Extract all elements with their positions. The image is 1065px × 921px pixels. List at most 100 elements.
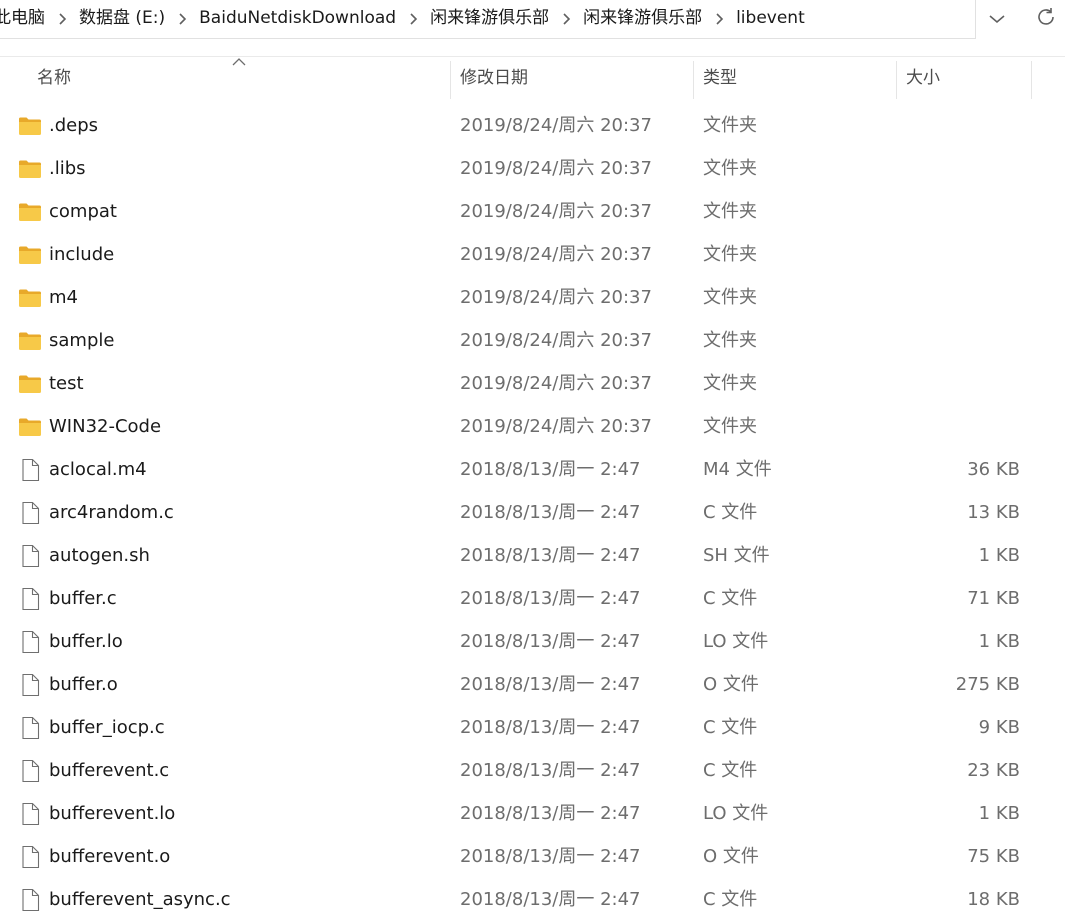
file-type: 文件夹	[703, 330, 757, 351]
refresh-icon	[1035, 6, 1057, 32]
file-name: bufferevent.o	[49, 846, 171, 867]
file-icon	[18, 759, 42, 783]
file-modified-date: 2019/8/24/周六 20:37	[460, 330, 652, 351]
file-name: arc4random.c	[49, 502, 174, 523]
file-name: include	[49, 244, 115, 265]
file-type: 文件夹	[703, 158, 757, 179]
breadcrumb-items: 此电脑 数据盘 (E:) BaiduNetdiskDownload 闲来锋游俱乐…	[0, 0, 809, 38]
file-size: 13 KB	[967, 502, 1020, 523]
file-row[interactable]: sample 2019/8/24/周六 20:37 文件夹	[0, 319, 1065, 362]
file-name: test	[49, 373, 84, 394]
file-size: 9 KB	[978, 717, 1020, 738]
file-icon	[18, 501, 42, 525]
file-icon	[18, 458, 42, 482]
file-type: LO 文件	[703, 631, 769, 652]
column-divider[interactable]	[693, 61, 694, 99]
chevron-right-icon[interactable]	[400, 0, 426, 38]
chevron-right-icon[interactable]	[49, 0, 75, 38]
file-row[interactable]: buffer.o 2018/8/13/周一 2:47 O 文件 275 KB	[0, 663, 1065, 706]
file-size: 75 KB	[967, 846, 1020, 867]
breadcrumb-item-this-pc[interactable]: 此电脑	[0, 0, 49, 38]
file-row[interactable]: autogen.sh 2018/8/13/周一 2:47 SH 文件 1 KB	[0, 534, 1065, 577]
file-type: 文件夹	[703, 244, 757, 265]
file-modified-date: 2018/8/13/周一 2:47	[460, 846, 641, 867]
file-modified-date: 2019/8/24/周六 20:37	[460, 201, 652, 222]
file-type: 文件夹	[703, 373, 757, 394]
file-modified-date: 2019/8/24/周六 20:37	[460, 158, 652, 179]
column-size[interactable]: 大小	[906, 57, 1026, 99]
column-divider[interactable]	[450, 61, 451, 99]
breadcrumb-item-baidunetdiskdownload[interactable]: BaiduNetdiskDownload	[195, 0, 400, 38]
file-modified-date: 2018/8/13/周一 2:47	[460, 588, 641, 609]
address-bar: 此电脑 数据盘 (E:) BaiduNetdiskDownload 闲来锋游俱乐…	[0, 0, 1065, 42]
file-size: 1 KB	[978, 803, 1020, 824]
file-modified-date: 2018/8/13/周一 2:47	[460, 760, 641, 781]
file-name: buffer.lo	[49, 631, 123, 652]
file-row[interactable]: .deps 2019/8/24/周六 20:37 文件夹	[0, 104, 1065, 147]
file-type: O 文件	[703, 674, 759, 695]
file-modified-date: 2018/8/13/周一 2:47	[460, 889, 641, 910]
file-name: autogen.sh	[49, 545, 150, 566]
file-name: bufferevent_async.c	[49, 889, 231, 910]
file-row[interactable]: bufferevent_async.c 2018/8/13/周一 2:47 C 文件…	[0, 878, 1065, 921]
file-size: 36 KB	[967, 459, 1020, 480]
file-row[interactable]: WIN32-Code 2019/8/24/周六 20:37 文件夹	[0, 405, 1065, 448]
file-row[interactable]: compat 2019/8/24/周六 20:37 文件夹	[0, 190, 1065, 233]
breadcrumb-item-drive[interactable]: 数据盘 (E:)	[75, 0, 169, 38]
folder-icon	[18, 372, 42, 396]
file-name: m4	[49, 287, 78, 308]
column-name[interactable]: 名称	[37, 57, 447, 99]
breadcrumb-item-club-2[interactable]: 闲来锋游俱乐部	[579, 0, 706, 38]
file-row[interactable]: arc4random.c 2018/8/13/周一 2:47 C 文件 13 KB	[0, 491, 1065, 534]
file-row[interactable]: buffer.lo 2018/8/13/周一 2:47 LO 文件 1 KB	[0, 620, 1065, 663]
file-type: 文件夹	[703, 201, 757, 222]
file-modified-date: 2018/8/13/周一 2:47	[460, 674, 641, 695]
column-divider[interactable]	[896, 61, 897, 99]
file-size: 1 KB	[978, 631, 1020, 652]
file-icon	[18, 716, 42, 740]
file-modified-date: 2019/8/24/周六 20:37	[460, 115, 652, 136]
file-row[interactable]: bufferevent.lo 2018/8/13/周一 2:47 LO 文件 1 KB	[0, 792, 1065, 835]
file-type: C 文件	[703, 760, 758, 781]
address-history-button[interactable]	[976, 0, 1018, 38]
file-icon	[18, 630, 42, 654]
file-row[interactable]: buffer_iocp.c 2018/8/13/周一 2:47 C 文件 9 KB	[0, 706, 1065, 749]
folder-icon	[18, 329, 42, 353]
file-row[interactable]: include 2019/8/24/周六 20:37 文件夹	[0, 233, 1065, 276]
file-row[interactable]: test 2019/8/24/周六 20:37 文件夹	[0, 362, 1065, 405]
file-name: buffer.c	[49, 588, 117, 609]
file-row[interactable]: m4 2019/8/24/周六 20:37 文件夹	[0, 276, 1065, 319]
column-type[interactable]: 类型	[703, 57, 893, 99]
folder-icon	[18, 200, 42, 224]
file-size: 275 KB	[955, 674, 1020, 695]
column-divider[interactable]	[1031, 61, 1032, 99]
chevron-right-icon[interactable]	[706, 0, 732, 38]
column-date[interactable]: 修改日期	[460, 57, 690, 99]
file-row[interactable]: bufferevent.o 2018/8/13/周一 2:47 O 文件 75 KB	[0, 835, 1065, 878]
breadcrumb[interactable]: 此电脑 数据盘 (E:) BaiduNetdiskDownload 闲来锋游俱乐…	[0, 0, 976, 39]
file-row[interactable]: .libs 2019/8/24/周六 20:37 文件夹	[0, 147, 1065, 190]
file-name: buffer.o	[49, 674, 118, 695]
file-name: compat	[49, 201, 117, 222]
file-icon	[18, 802, 42, 826]
file-icon	[18, 544, 42, 568]
breadcrumb-item-libevent[interactable]: libevent	[732, 0, 809, 38]
file-type: SH 文件	[703, 545, 770, 566]
file-type: C 文件	[703, 502, 758, 523]
chevron-down-icon	[988, 10, 1006, 29]
refresh-button[interactable]	[1026, 0, 1065, 38]
file-size: 1 KB	[978, 545, 1020, 566]
file-name: WIN32-Code	[49, 416, 162, 437]
file-row[interactable]: buffer.c 2018/8/13/周一 2:47 C 文件 71 KB	[0, 577, 1065, 620]
file-row[interactable]: bufferevent.c 2018/8/13/周一 2:47 C 文件 23 KB	[0, 749, 1065, 792]
file-type: LO 文件	[703, 803, 769, 824]
file-type: C 文件	[703, 717, 758, 738]
file-row[interactable]: aclocal.m4 2018/8/13/周一 2:47 M4 文件 36 KB	[0, 448, 1065, 491]
file-name: bufferevent.c	[49, 760, 170, 781]
chevron-right-icon[interactable]	[553, 0, 579, 38]
folder-icon	[18, 286, 42, 310]
breadcrumb-item-club-1[interactable]: 闲来锋游俱乐部	[426, 0, 553, 38]
file-type: C 文件	[703, 889, 758, 910]
chevron-right-icon[interactable]	[169, 0, 195, 38]
file-size: 71 KB	[967, 588, 1020, 609]
